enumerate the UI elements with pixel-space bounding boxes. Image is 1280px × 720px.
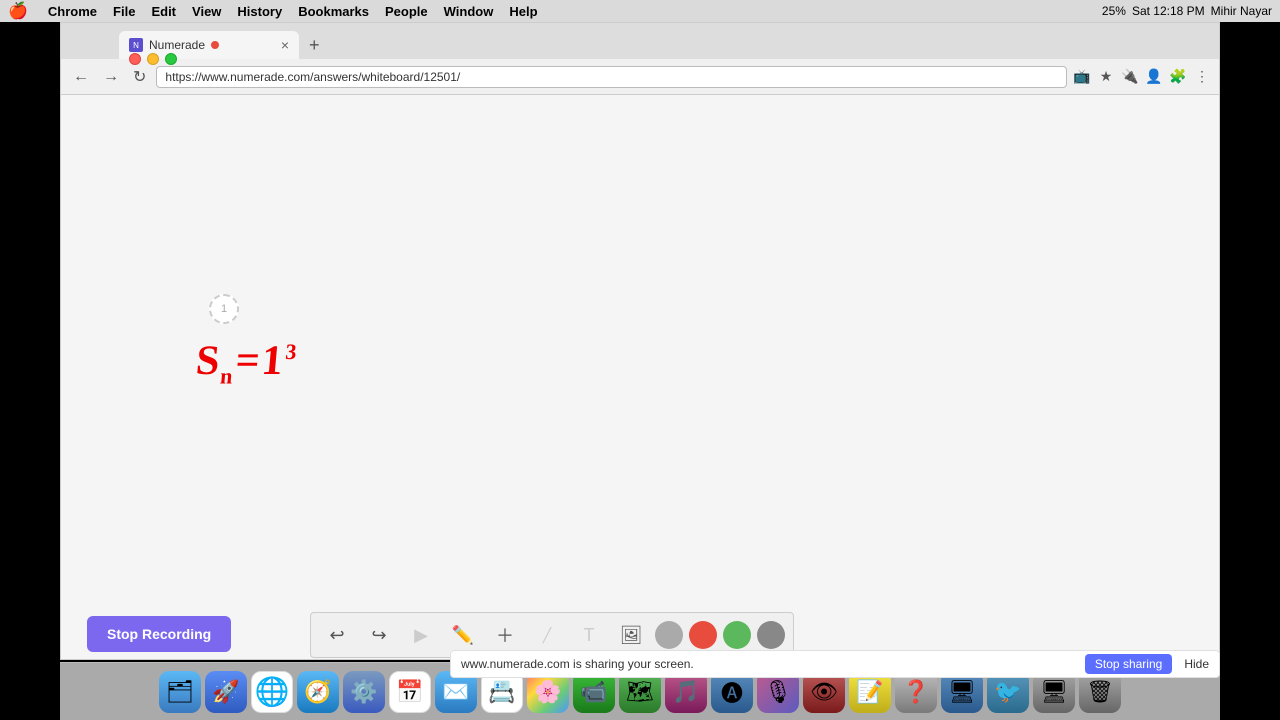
menubar: 🍎 Chrome File Edit View History Bookmark… xyxy=(0,0,1280,22)
menubar-right: 25% Sat 12:18 PM Mihir Nayar xyxy=(1102,4,1272,18)
menubar-history[interactable]: History xyxy=(229,4,290,19)
stop-sharing-button[interactable]: Stop sharing xyxy=(1085,654,1172,674)
refresh-button[interactable]: ↻ xyxy=(129,65,150,89)
screen-cast-icon[interactable]: 📺 xyxy=(1073,68,1091,86)
menubar-view[interactable]: View xyxy=(184,4,229,19)
dock-launchpad[interactable]: 🚀 xyxy=(205,671,247,713)
close-button[interactable] xyxy=(129,53,141,65)
menubar-help[interactable]: Help xyxy=(501,4,545,19)
text-button[interactable]: T xyxy=(571,617,607,653)
recording-indicator xyxy=(211,41,219,49)
color-darkgray-button[interactable] xyxy=(757,621,785,649)
color-red-button[interactable] xyxy=(689,621,717,649)
sidebar-left xyxy=(0,0,60,720)
redo-button[interactable]: ↪ xyxy=(361,617,397,653)
dock-finder[interactable]: 🗂 xyxy=(159,671,201,713)
menubar-bookmarks[interactable]: Bookmarks xyxy=(290,4,377,19)
menubar-chrome[interactable]: Chrome xyxy=(40,4,105,19)
maximize-button[interactable] xyxy=(165,53,177,65)
tab-bar: N Numerade × + xyxy=(61,23,1219,59)
image-button[interactable]: 🖼 xyxy=(613,617,649,653)
forward-button[interactable]: → xyxy=(99,66,123,88)
menubar-edit[interactable]: Edit xyxy=(143,4,184,19)
nav-right-icons: 📺 ★ 🔌 👤 🧩 ⋮ xyxy=(1073,68,1211,86)
menu-icon[interactable]: ⋮ xyxy=(1193,68,1211,86)
traffic-lights xyxy=(129,53,177,65)
new-tab-button[interactable]: + xyxy=(303,31,326,59)
nav-bar: ← → ↻ https://www.numerade.com/answers/w… xyxy=(61,59,1219,95)
math-expression: Sn=13 xyxy=(194,337,300,389)
dock-system-preferences[interactable]: ⚙️ xyxy=(343,671,385,713)
sidebar-right xyxy=(1220,0,1280,720)
page-indicator: 1 xyxy=(209,294,239,324)
tab-title: Numerade xyxy=(149,38,205,52)
share-banner: www.numerade.com is sharing your screen.… xyxy=(450,650,1220,678)
undo-button[interactable]: ↩ xyxy=(319,617,355,653)
add-button[interactable]: ＋ xyxy=(487,617,523,653)
hide-banner-button[interactable]: Hide xyxy=(1184,657,1209,671)
menubar-people[interactable]: People xyxy=(377,4,436,19)
tab-favicon: N xyxy=(129,38,143,52)
color-green-button[interactable] xyxy=(723,621,751,649)
menubar-battery: 25% xyxy=(1102,4,1126,18)
bookmark-star-icon[interactable]: ★ xyxy=(1097,68,1115,86)
dock-chrome[interactable]: 🌐 xyxy=(251,671,293,713)
extension-icon[interactable]: 🔌 xyxy=(1121,68,1139,86)
minimize-button[interactable] xyxy=(147,53,159,65)
menubar-time: Sat 12:18 PM xyxy=(1132,4,1205,18)
dock-calendar[interactable]: 📅 xyxy=(389,671,431,713)
browser-window: N Numerade × + ← → ↻ https://www.numerad… xyxy=(60,22,1220,660)
color-gray-button[interactable] xyxy=(655,621,683,649)
menubar-window[interactable]: Window xyxy=(436,4,502,19)
pen-button[interactable]: ✏️ xyxy=(445,617,481,653)
play-button[interactable]: ▶ xyxy=(403,617,439,653)
menubar-user: Mihir Nayar xyxy=(1211,4,1272,18)
tab-close-button[interactable]: × xyxy=(281,37,289,53)
menubar-file[interactable]: File xyxy=(105,4,143,19)
stop-recording-button[interactable]: Stop Recording xyxy=(87,616,231,652)
back-button[interactable]: ← xyxy=(69,66,93,88)
dock-safari[interactable]: 🧭 xyxy=(297,671,339,713)
puzzle-icon[interactable]: 🧩 xyxy=(1169,68,1187,86)
apple-menu[interactable]: 🍎 xyxy=(8,1,28,21)
eraser-button[interactable]: ╱ xyxy=(529,617,565,653)
share-banner-text: www.numerade.com is sharing your screen. xyxy=(461,657,1073,671)
url-text: https://www.numerade.com/answers/whitebo… xyxy=(165,70,460,84)
profile-icon[interactable]: 👤 xyxy=(1145,68,1163,86)
url-bar[interactable]: https://www.numerade.com/answers/whitebo… xyxy=(156,66,1067,88)
